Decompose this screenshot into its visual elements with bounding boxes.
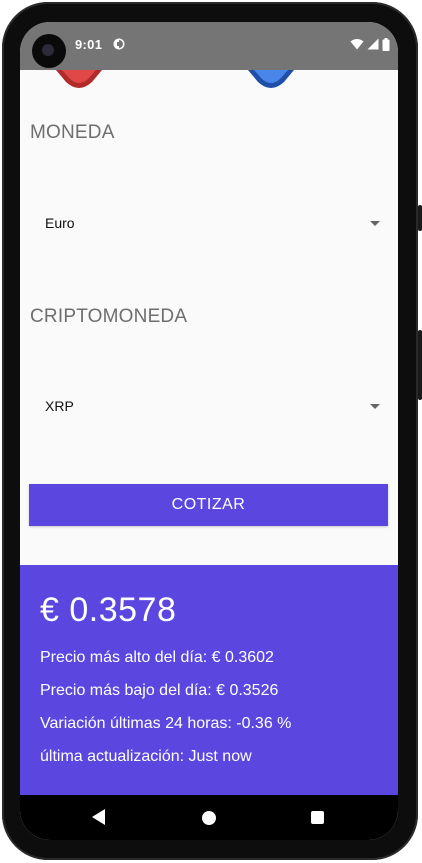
criptomoneda-spinner[interactable]: XRP (30, 386, 380, 430)
power-button (418, 330, 422, 400)
status-time: 9:01 (75, 37, 103, 52)
device-frame: 9:01 MONEDA Euro CRIPTOMONEDA XRP COTIZA… (0, 0, 422, 863)
dropdown-arrow-icon (370, 404, 380, 409)
camera-icon (32, 34, 66, 68)
moneda-label: MONEDA (30, 122, 115, 143)
change-24h: Variación últimas 24 horas: -0.36 % (40, 715, 292, 732)
recents-icon[interactable] (311, 811, 324, 824)
navigation-bar (20, 795, 398, 840)
dropdown-arrow-icon (370, 221, 380, 226)
criptomoneda-selected-value: XRP (45, 398, 74, 414)
result-panel: € 0.3578 Precio más alto del día: € 0.36… (20, 565, 398, 795)
daily-low: Precio más bajo del día: € 0.3526 (40, 682, 279, 699)
cell-signal-icon (367, 38, 379, 50)
home-icon[interactable] (202, 811, 216, 825)
wifi-icon (350, 39, 364, 50)
blue-logo-icon (248, 70, 294, 88)
red-logo-icon (56, 70, 102, 88)
cotizar-button[interactable]: COTIZAR (29, 484, 388, 526)
status-bar: 9:01 (20, 22, 398, 70)
criptomoneda-label: CRIPTOMONEDA (30, 306, 188, 327)
screen: 9:01 MONEDA Euro CRIPTOMONEDA XRP COTIZA… (20, 22, 398, 840)
moneda-spinner[interactable]: Euro (30, 203, 380, 247)
app-notification-icon (113, 38, 125, 50)
moneda-selected-value: Euro (45, 215, 75, 231)
last-updated: última actualización: Just now (40, 748, 252, 765)
volume-button (418, 205, 422, 231)
current-price: € 0.3578 (40, 591, 177, 629)
status-icons (350, 37, 390, 51)
back-icon[interactable] (92, 809, 105, 825)
battery-icon (382, 37, 390, 51)
daily-high: Precio más alto del día: € 0.3602 (40, 649, 274, 666)
